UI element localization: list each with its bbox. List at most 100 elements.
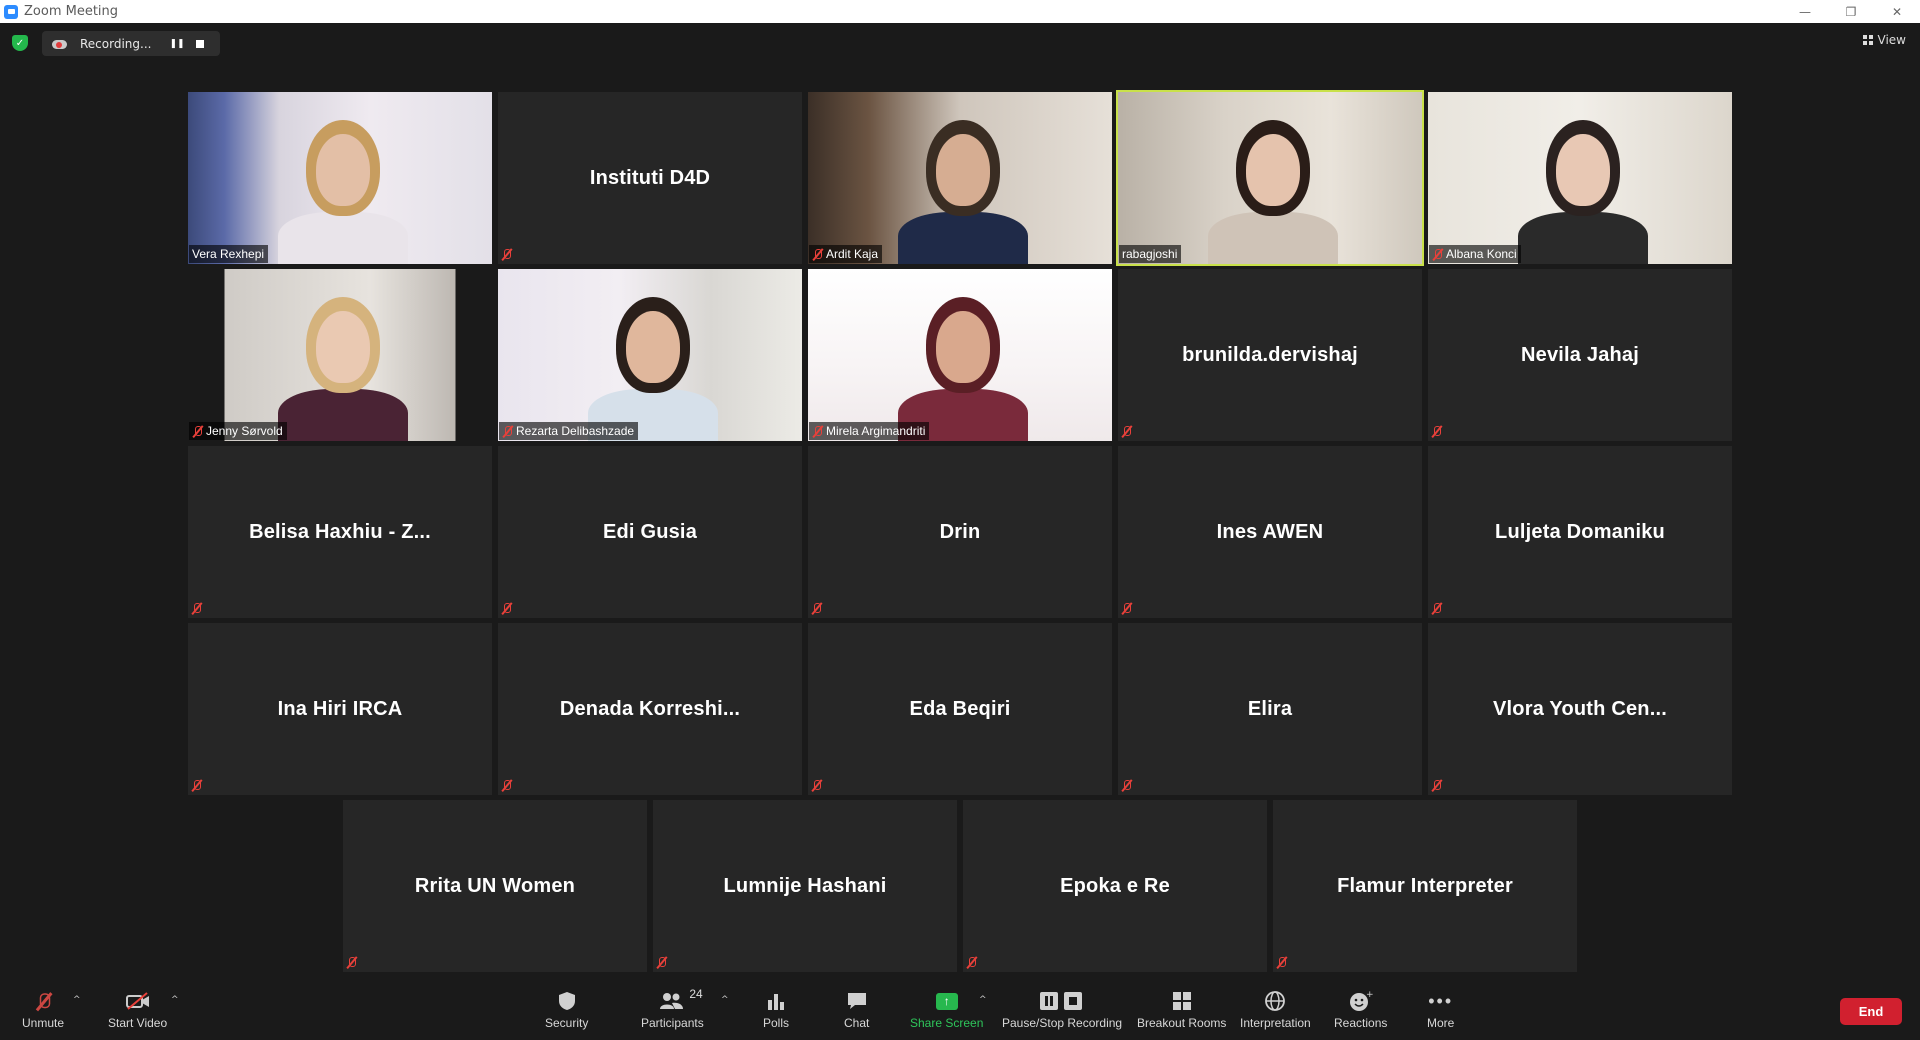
security-button[interactable]: Security [545,989,588,1030]
participant-name: Epoka e Re [1060,874,1170,897]
globe-icon [1264,989,1286,1013]
muted-mic-icon [502,425,513,438]
participant-name: Mirela Argimandriti [826,424,926,438]
participant-tile[interactable]: Rrita UN Women [343,800,647,972]
interpretation-button[interactable]: Interpretation [1240,989,1311,1030]
security-shield-icon [558,989,576,1013]
participant-body [1518,212,1648,264]
participant-tile[interactable]: Ardit Kaja [808,92,1112,264]
pause-stop-recording-button[interactable]: Pause/Stop Recording [1002,989,1122,1030]
participant-face [316,311,370,383]
participant-video [808,92,1112,264]
participant-tile[interactable]: Vlora Youth Cen... [1428,623,1732,795]
view-button[interactable]: View [1862,33,1906,47]
participant-tile[interactable]: Mirela Argimandriti [808,269,1112,441]
pause-recording-icon[interactable]: ❚❚ [169,37,184,51]
participant-tile[interactable]: Luljeta Domaniku [1428,446,1732,618]
participant-tile[interactable]: Lumnije Hashani [653,800,957,972]
participant-name: Rezarta Delibashzade [516,424,635,438]
recording-status: Recording... [80,36,152,51]
breakout-rooms-icon [1172,989,1192,1013]
participant-name-label: Ardit Kaja [809,245,883,263]
participant-tile[interactable]: Ina Hiri IRCA [188,623,492,795]
pause-stop-recording-label: Pause/Stop Recording [1002,1016,1123,1030]
participant-name: Albana Konci [1446,247,1517,261]
participant-body [898,212,1028,264]
participants-icon: 24 [659,987,703,1013]
encryption-shield-icon[interactable]: ✓ [12,35,28,51]
restore-button[interactable]: ❐ [1828,0,1874,23]
reactions-button[interactable]: + Reactions [1334,989,1387,1030]
participant-tile[interactable]: Jenny Sørvold [188,269,492,441]
minimize-button[interactable]: — [1782,0,1828,23]
participant-name: Nevila Jahaj [1520,343,1640,366]
polls-button[interactable]: Polls [763,989,789,1030]
muted-mic-icon [192,425,203,438]
participant-tile[interactable]: Belisa Haxhiu - Z... [188,446,492,618]
more-button[interactable]: ••• More [1427,989,1454,1031]
participant-name-label: Rezarta Delibashzade [499,422,639,440]
share-options-caret[interactable]: ^ [979,995,987,1005]
participants-options-caret[interactable]: ^ [721,995,729,1005]
participant-face [1246,134,1300,206]
participant-tile[interactable]: Flamur Interpreter [1273,800,1577,972]
muted-mic-icon [1121,779,1132,792]
participant-body [278,212,408,264]
participant-tile[interactable]: brunilda.dervishaj [1118,269,1422,441]
participant-tile[interactable]: Eda Beqiri [808,623,1112,795]
participant-body [278,389,408,441]
participants-count: 24 [689,987,703,1001]
chat-button[interactable]: Chat [844,989,869,1030]
close-button[interactable]: ✕ [1874,0,1920,23]
svg-text:+: + [1366,990,1373,1000]
participant-tile[interactable]: Vera Rexhepi [188,92,492,264]
participant-name: Denada Korreshi... [559,697,741,720]
muted-mic-icon [501,248,512,261]
participant-body [1208,212,1338,264]
muted-mic-icon [966,956,977,969]
muted-mic-icon [501,602,512,615]
participant-tile[interactable]: Albana Konci [1428,92,1732,264]
muted-mic-icon [812,425,823,438]
participant-name-label: Vera Rexhepi [189,245,269,263]
stop-recording-icon[interactable] [196,39,204,48]
recording-indicator: Recording... ❚❚ [42,31,220,56]
participants-button[interactable]: 24 Participants [641,987,704,1030]
audio-options-caret[interactable]: ^ [73,995,81,1005]
participant-tile[interactable]: Nevila Jahaj [1428,269,1732,441]
participant-tile[interactable]: Instituti D4D [498,92,802,264]
unmute-button[interactable]: Unmute [22,989,64,1030]
muted-mic-icon [656,956,667,969]
share-screen-button[interactable]: ↑ Share Screen [910,989,983,1030]
participant-tile[interactable]: Drin [808,446,1112,618]
participant-video [188,269,492,441]
participant-name-label: rabagjoshi [1119,245,1182,263]
participant-name: Vlora Youth Cen... [1493,697,1667,720]
participant-video [1428,92,1732,264]
grid-view-icon [1862,35,1873,45]
window-titlebar: Zoom Meeting — ❐ ✕ [0,0,1920,23]
start-video-label: Start Video [108,1016,168,1030]
participant-face [626,311,680,383]
participant-name: rabagjoshi [1122,247,1178,261]
end-meeting-button[interactable]: End [1840,998,1902,1025]
video-options-caret[interactable]: ^ [171,995,179,1005]
participant-tile[interactable]: rabagjoshi [1116,90,1424,266]
participant-video [1118,92,1422,264]
participant-tile[interactable]: Edi Gusia [498,446,802,618]
participant-name: Flamur Interpreter [1337,874,1513,897]
participant-tile[interactable]: Ines AWEN [1118,446,1422,618]
participant-name: Luljeta Domaniku [1495,520,1665,543]
pause-stop-icon [1038,989,1086,1013]
chat-label: Chat [844,1016,870,1030]
participant-tile[interactable]: Elira [1118,623,1422,795]
more-dots-icon: ••• [1428,990,1454,1011]
participant-tile[interactable]: Denada Korreshi... [498,623,802,795]
participant-name: Elira [1247,697,1293,720]
participant-tile[interactable]: Epoka e Re [963,800,1267,972]
unmute-label: Unmute [22,1016,65,1030]
start-video-button[interactable]: Start Video [108,989,167,1030]
breakout-rooms-button[interactable]: Breakout Rooms [1137,989,1226,1030]
muted-mic-icon [1431,779,1442,792]
participant-tile[interactable]: Rezarta Delibashzade [498,269,802,441]
